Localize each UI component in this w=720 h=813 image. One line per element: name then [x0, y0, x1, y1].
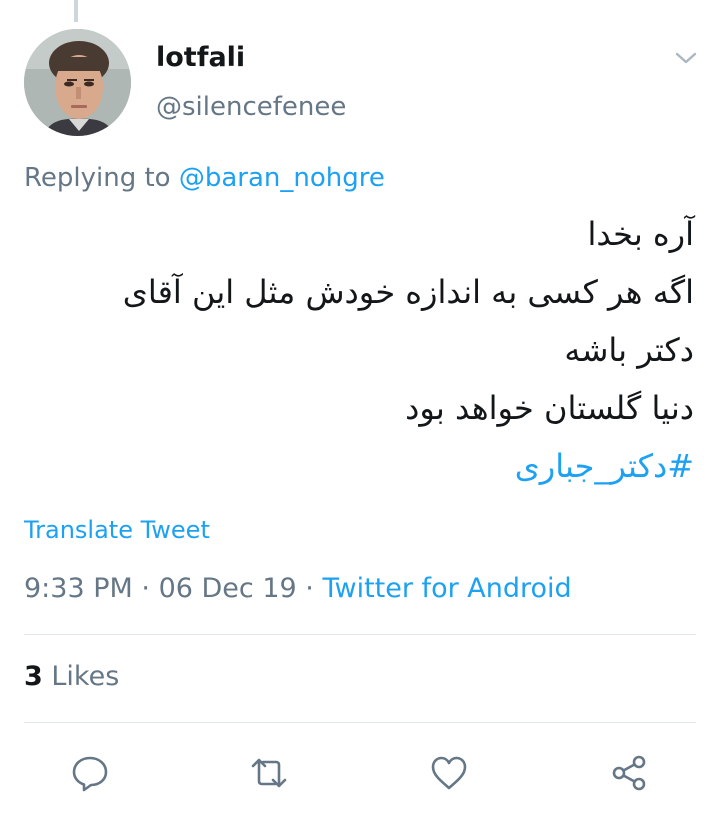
replying-to-link[interactable]: @baran_nohgre [179, 163, 385, 193]
likes-label: Likes [42, 661, 120, 692]
tweet-text: آره بخدا اگه هر کسی به اندازه خودش مثل ا… [24, 205, 694, 495]
divider [24, 634, 696, 635]
likes-number: 3 [24, 661, 43, 692]
divider [24, 722, 696, 723]
reply-icon [72, 756, 108, 792]
meta-separator: · [141, 573, 150, 604]
thread-line [74, 0, 78, 22]
tweet-line: دکتر باشه [564, 331, 694, 369]
tweet-line: دنیا گلستان خواهد بود [405, 389, 694, 427]
share-button[interactable] [608, 752, 650, 794]
like-button[interactable] [428, 752, 470, 794]
tweet-metadata: 9:33 PM · 06 Dec 19 · Twitter for Androi… [24, 573, 572, 604]
tweet-line: آره بخدا [587, 215, 694, 253]
chevron-down-icon[interactable] [673, 48, 699, 68]
retweet-icon [251, 758, 287, 788]
likes-count[interactable]: 3 Likes [24, 661, 119, 692]
avatar[interactable] [24, 29, 131, 136]
display-name[interactable]: lotfali [156, 42, 245, 73]
tweet-line: اگه هر کسی به اندازه خودش مثل این آقای [122, 273, 694, 311]
heart-icon [431, 756, 467, 790]
replying-to: Replying to @baran_nohgre [24, 163, 385, 193]
retweet-button[interactable] [248, 752, 290, 794]
meta-separator: · [305, 573, 314, 604]
tweet-time: 9:33 PM [24, 573, 133, 604]
share-icon [612, 755, 646, 791]
tweet-date: 06 Dec 19 [158, 573, 297, 604]
user-handle[interactable]: @silencefenee [156, 92, 346, 122]
reply-button[interactable] [69, 752, 111, 794]
replying-prefix: Replying to [24, 163, 179, 193]
hashtag-link[interactable]: #دکتر_جباری [24, 437, 694, 495]
avatar-image [24, 29, 131, 136]
translate-tweet-link[interactable]: Translate Tweet [24, 516, 210, 544]
tweet-source-link[interactable]: Twitter for Android [322, 573, 571, 604]
